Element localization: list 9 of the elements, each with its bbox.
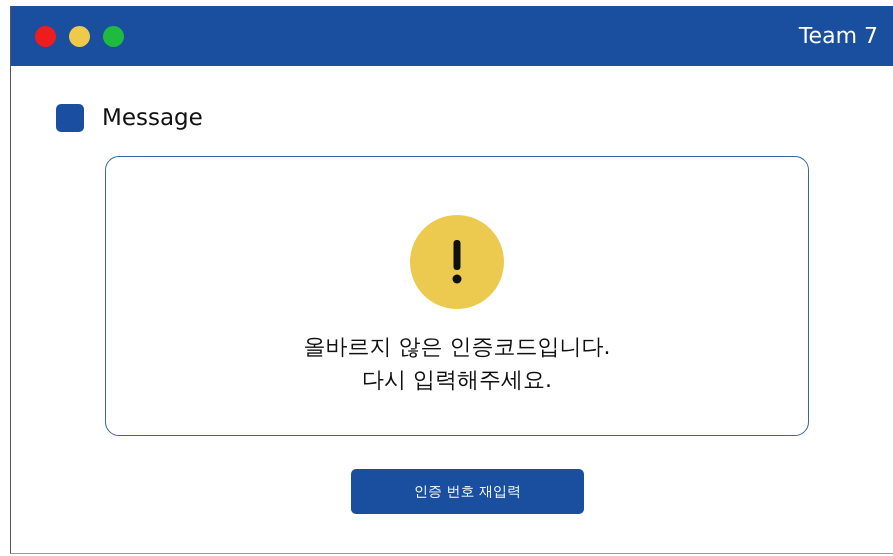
window-control-dot[interactable] bbox=[69, 26, 90, 46]
window-title: Team 7 bbox=[798, 24, 878, 48]
square-icon bbox=[56, 104, 84, 132]
reenter-code-button[interactable]: 인증 번호 재입력 bbox=[351, 469, 584, 514]
section-title: Message bbox=[102, 105, 203, 131]
window-control-dot[interactable] bbox=[103, 26, 124, 46]
error-message: 올바르지 않은 인증코드입니다. 다시 입력해주세요. bbox=[304, 334, 610, 395]
window-control-dot[interactable] bbox=[35, 26, 56, 46]
warning-icon bbox=[410, 215, 504, 309]
